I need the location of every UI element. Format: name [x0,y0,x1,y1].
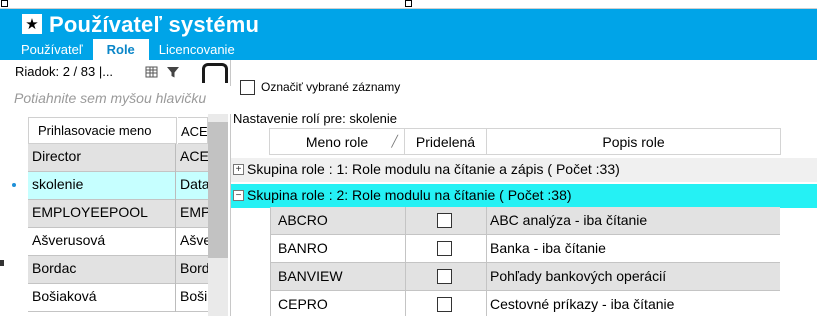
record-counter: Riadok: 2 / 83 |... [15,64,114,79]
column-header-ace[interactable]: ACE [178,117,208,144]
resize-handle-top-left[interactable] [1,0,8,7]
role-settings-title: Nastavenie rolí pre: skolenie [233,111,398,126]
cell-role-description: ABC analýza - iba čítanie [490,212,648,228]
cell-role-name: BANRO [271,235,406,263]
star-icon[interactable]: ★ [22,14,42,34]
cell-login: Bošiaková [28,284,176,312]
users-grid-scrollbar-thumb[interactable] [208,122,228,258]
column-header-role-name[interactable]: Meno role ╱ [269,128,405,155]
cell-assigned [406,263,487,291]
resize-handle-left[interactable] [0,260,4,266]
window-title: Používateľ systému [49,12,260,37]
assigned-checkbox[interactable] [437,269,452,284]
users-toolbar: Riadok: 2 / 83 |... [0,60,231,84]
table-row[interactable]: BANVIEW Pohľady bankových operácií [270,263,780,291]
table-row[interactable]: Director ACE [28,144,228,172]
cell-login: skolenie [28,172,176,200]
tab-role[interactable]: Role [92,39,149,60]
resize-handle-top-center[interactable] [405,0,412,7]
tab-bar: Používateľ Role Licencovanie [11,39,245,60]
assigned-checkbox[interactable] [437,213,452,228]
column-header-role-name-label: Meno role [305,133,369,150]
roles-panel: Označiť vybrané záznamy Nastavenie rolí … [231,60,817,316]
collapse-icon[interactable]: − [233,190,244,201]
assigned-checkbox[interactable] [437,241,452,256]
cell-role-name: BANVIEW [271,263,406,291]
select-records-checkbox[interactable] [240,80,255,95]
select-records-label: Označiť vybrané záznamy [261,80,401,94]
window-header: ★ Používateľ systému Používateľ Role Lic… [0,9,817,60]
table-row[interactable]: CEPRO Cestovné príkazy - iba čítanie [270,291,780,316]
tab-licencovanie[interactable]: Licencovanie [149,39,245,60]
table-row[interactable]: ABCRO ABC analýza - iba čítanie [270,207,780,235]
table-row[interactable]: EMPLOYEEPOOL EMP [28,200,228,228]
expand-icon[interactable]: + [233,164,244,175]
cell-login: Ašverusová [28,228,176,256]
cell-role-description: Cestovné príkazy - iba čítanie [490,296,675,312]
column-header-assigned[interactable]: Pridelená [404,128,487,155]
current-row-indicator [12,183,16,187]
cell-login: EMPLOYEEPOOL [28,200,176,228]
role-group-2[interactable]: − Skupina role : 2: Role modulu na čítan… [231,184,817,208]
tab-pouzivatel[interactable]: Používateľ [11,39,93,60]
cell-assigned [406,207,487,235]
assigned-checkbox[interactable] [437,297,452,312]
role-group-label: Skupina role : 1: Role modulu na čítanie… [247,161,620,177]
cell-role-description: Banka - iba čítanie [490,240,606,256]
cell-role-name: CEPRO [271,291,406,316]
table-row[interactable]: Ašverusová Ašve [28,228,228,256]
panel-grip-icon[interactable] [202,63,228,83]
column-resize-icon: ╱ [391,136,398,148]
cell-assigned [406,235,487,263]
cell-login: Director [28,144,176,172]
group-drag-hint[interactable]: Potiahnite sem myšou hlavičku [0,86,231,114]
table-row[interactable]: BANRO Banka - iba čítanie [270,235,780,263]
cell-role-name: ABCRO [271,207,406,235]
column-header-description[interactable]: Popis role [486,128,781,155]
cell-assigned [406,291,487,316]
role-group-label: Skupina role : 2: Role modulu na čítanie… [247,187,572,203]
table-row[interactable]: Bordac Bord [28,256,228,284]
users-grid: Prihlasovacie meno Director ACE skolenie… [28,114,228,316]
table-row[interactable]: Bošiaková Boši [28,284,228,312]
role-group-1[interactable]: + Skupina role : 1: Role modulu na čítan… [231,158,817,182]
cell-role-description: Pohľady bankových operácií [490,268,667,284]
table-export-icon[interactable] [145,65,159,79]
table-row-selected[interactable]: skolenie Data [28,172,228,200]
column-header-login[interactable]: Prihlasovacie meno [28,117,177,144]
filter-icon[interactable] [166,65,180,79]
cell-login: Bordac [28,256,176,284]
